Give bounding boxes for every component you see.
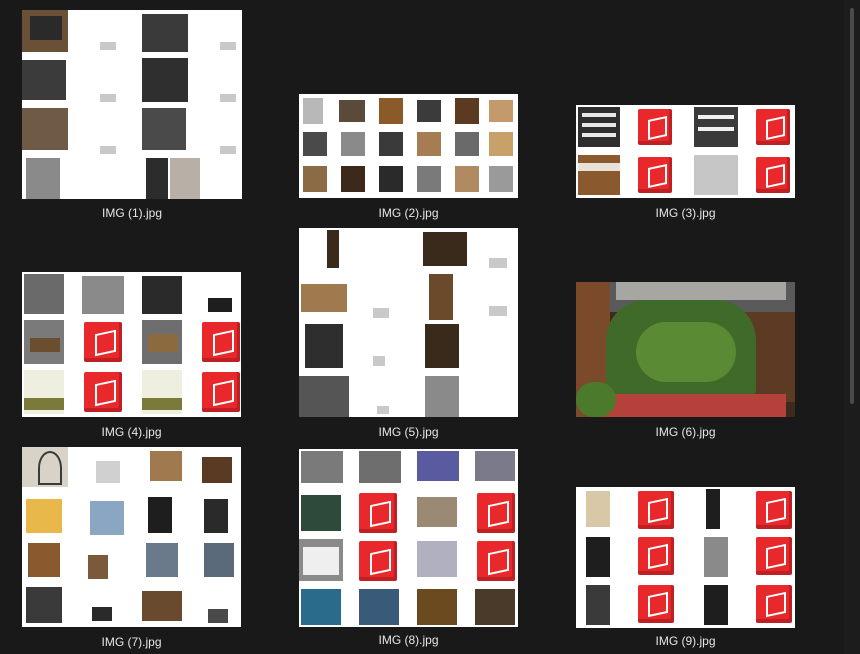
thumbnail-7[interactable] [22,447,241,627]
thumbnail-6[interactable] [576,282,795,417]
sketchup-icon [477,493,515,533]
sketchup-icon [756,537,792,575]
file-name-2[interactable]: IMG (2).jpg [299,206,518,220]
file-name-3[interactable]: IMG (3).jpg [576,206,795,220]
thumbnail-2[interactable] [299,94,518,198]
scrollbar-thumb[interactable] [850,8,854,404]
sketchup-icon [359,541,397,581]
sketchup-icon [202,372,240,412]
file-name-9[interactable]: IMG (9).jpg [576,634,795,648]
sketchup-icon [638,537,674,575]
sketchup-icon [84,322,122,362]
sketchup-icon [202,322,240,362]
file-name-4[interactable]: IMG (4).jpg [22,425,241,439]
file-name-7[interactable]: IMG (7).jpg [22,635,241,649]
thumbnail-5[interactable] [299,228,518,417]
file-tile-4[interactable]: IMG (4).jpg [22,272,241,442]
thumbnail-4[interactable] [22,272,241,417]
sketchup-icon [638,491,674,529]
sketchup-icon [638,585,674,623]
sketchup-icon [638,109,672,145]
file-tile-3[interactable]: IMG (3).jpg [576,105,795,225]
sketchup-icon [756,157,790,193]
sketchup-icon [359,493,397,533]
sketchup-icon [756,491,792,529]
scroll-track[interactable] [844,0,860,654]
file-name-1[interactable]: IMG (1).jpg [22,206,242,220]
file-tile-8[interactable]: IMG (8).jpg [299,449,518,654]
thumbnail-3[interactable] [576,105,795,198]
sketchup-icon [756,585,792,623]
file-name-5[interactable]: IMG (5).jpg [299,425,518,439]
sketchup-icon [477,541,515,581]
sketchup-icon [756,109,790,145]
file-tile-5[interactable]: IMG (5).jpg [299,228,518,442]
thumbnail-9[interactable] [576,487,795,628]
sketchup-icon [84,372,122,412]
file-tile-9[interactable]: IMG (9).jpg [576,487,795,654]
file-tile-6[interactable]: IMG (6).jpg [576,282,795,442]
sketchup-icon [638,157,672,193]
thumbnail-8[interactable] [299,449,518,627]
file-name-6[interactable]: IMG (6).jpg [576,425,795,439]
file-tile-2[interactable]: IMG (2).jpg [299,94,518,225]
thumbnail-1[interactable] [22,10,242,199]
file-grid: IMG (1).jpg IMG (2).jpg IMG (3).jpg IMG … [0,0,840,654]
file-tile-7[interactable]: IMG (7).jpg [22,447,241,654]
file-name-8[interactable]: IMG (8).jpg [299,633,518,647]
file-tile-1[interactable]: IMG (1).jpg [22,10,242,225]
